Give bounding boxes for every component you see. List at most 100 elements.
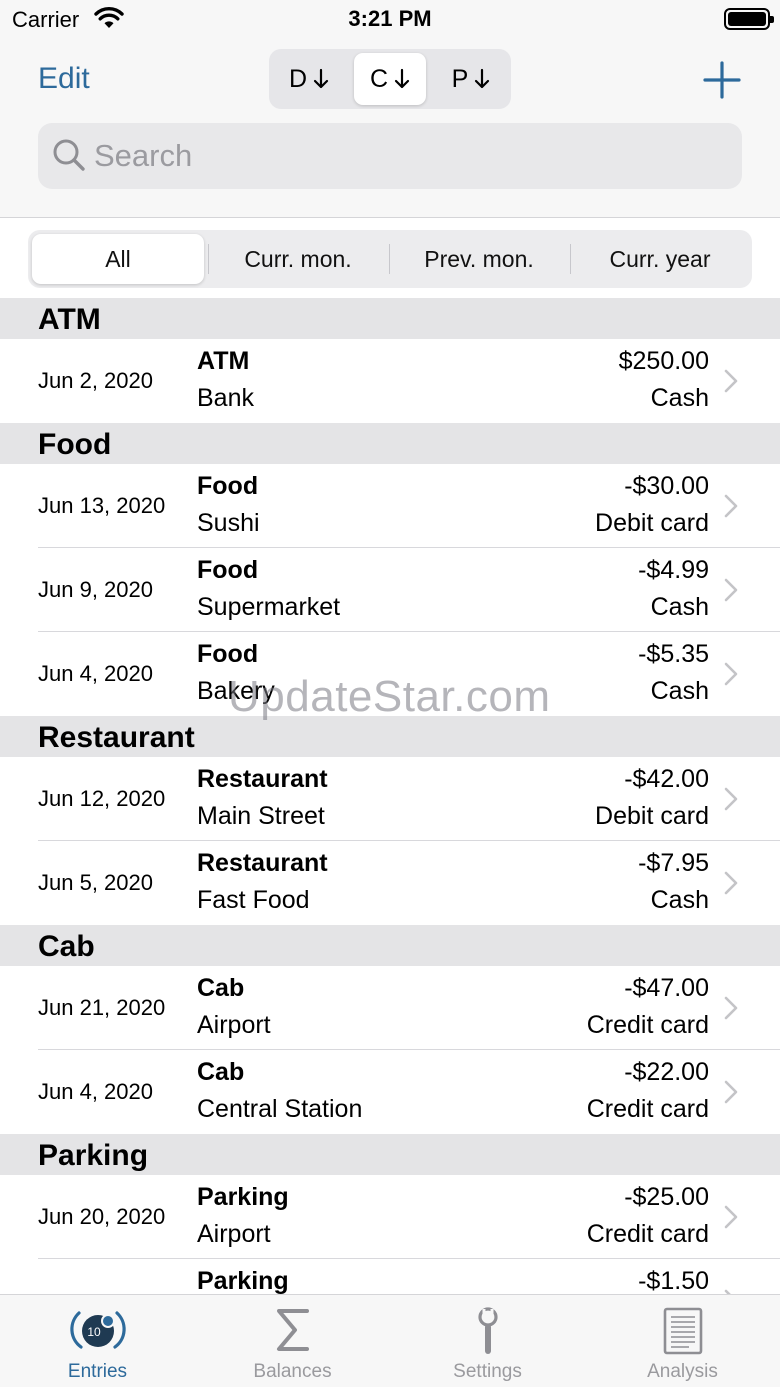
entries-icon: 10 — [69, 1311, 126, 1349]
entry-row[interactable]: Jun 12, 2020 Restaurant Main Street -$42… — [0, 757, 780, 841]
entry-date: Jun 12, 2020 — [38, 786, 166, 811]
entry-row[interactable]: Parking -$1.50 — [0, 1259, 780, 1294]
entry-amount: -$22.00 — [624, 1058, 709, 1086]
entry-amount: -$42.00 — [624, 765, 709, 793]
add-entry-button[interactable] — [702, 60, 742, 100]
tab-entries[interactable]: 10 Entries — [0, 1295, 195, 1387]
edit-button[interactable]: Edit — [38, 62, 90, 96]
entries-badge: 10 — [87, 1325, 101, 1339]
entry-row[interactable]: Jun 20, 2020 Parking Airport -$25.00 Cre… — [0, 1175, 780, 1259]
segment-divider — [389, 244, 390, 274]
entry-row[interactable]: Jun 4, 2020 Cab Central Station -$22.00 … — [0, 1050, 780, 1134]
filter-current-year[interactable]: Curr. year — [574, 234, 746, 284]
chevron-right-icon — [724, 871, 738, 895]
entry-row[interactable]: Jun 5, 2020 Restaurant Fast Food -$7.95 … — [0, 841, 780, 925]
entry-date: Jun 2, 2020 — [38, 368, 153, 393]
entry-amount: -$4.99 — [638, 556, 709, 584]
filter-all[interactable]: All — [32, 234, 204, 284]
entry-row[interactable]: Jun 21, 2020 Cab Airport -$47.00 Credit … — [0, 966, 780, 1050]
entry-description: Fast Food — [197, 886, 310, 914]
chevron-right-icon — [724, 1080, 738, 1104]
section-header: Parking — [0, 1134, 780, 1175]
entry-amount: -$25.00 — [624, 1183, 709, 1211]
entry-amount: -$7.95 — [638, 849, 709, 877]
entry-amount: -$5.35 — [638, 640, 709, 668]
entry-category: Food — [197, 640, 259, 668]
entry-category: ATM — [197, 347, 250, 375]
tab-label: Balances — [253, 1361, 332, 1382]
entry-description: Airport — [197, 1011, 271, 1039]
entry-date: Jun 20, 2020 — [38, 1204, 166, 1229]
entry-category: Cab — [197, 1058, 245, 1086]
sort-by-payment[interactable]: P — [435, 53, 507, 105]
entry-date: Jun 13, 2020 — [38, 493, 166, 518]
entries-list[interactable]: ATM Jun 2, 2020 ATM Bank $250.00 Cash Fo… — [0, 298, 780, 1294]
segment-divider — [570, 244, 571, 274]
entry-description: Bank — [197, 384, 254, 412]
entry-description: Supermarket — [197, 593, 341, 621]
sort-option-label: P — [451, 64, 469, 93]
search-bar — [38, 123, 742, 189]
entry-category: Food — [197, 472, 259, 500]
tab-bar: 10 Entries Balances Settings Analysis — [0, 1294, 780, 1387]
entry-row[interactable]: Jun 9, 2020 Food Supermarket -$4.99 Cash — [0, 548, 780, 632]
entry-description: Main Street — [197, 802, 325, 830]
entry-account: Cash — [650, 886, 709, 914]
entry-description: Bakery — [197, 677, 275, 705]
entry-row[interactable]: Jun 13, 2020 Food Sushi -$30.00 Debit ca… — [0, 464, 780, 548]
filter-previous-month[interactable]: Prev. mon. — [393, 234, 565, 284]
chevron-right-icon — [724, 578, 738, 602]
entry-category: Parking — [197, 1183, 289, 1211]
sort-by-category[interactable]: C — [354, 53, 426, 105]
entry-account: Debit card — [595, 509, 709, 537]
chevron-right-icon — [724, 369, 738, 393]
entry-date: Jun 9, 2020 — [38, 577, 153, 602]
entry-amount: $250.00 — [618, 347, 709, 375]
tab-label: Analysis — [647, 1361, 718, 1382]
entry-account: Cash — [650, 593, 709, 621]
entry-date: Jun 4, 2020 — [38, 661, 153, 686]
arrow-down-icon — [394, 68, 410, 89]
chevron-right-icon — [724, 494, 738, 518]
section-header: ATM — [0, 298, 780, 339]
chevron-right-icon — [724, 996, 738, 1020]
entry-description: Central Station — [197, 1095, 363, 1123]
sort-option-label: D — [288, 64, 308, 93]
entry-category: Restaurant — [197, 765, 328, 793]
entry-date: Jun 4, 2020 — [38, 1079, 153, 1104]
entry-account: Debit card — [595, 802, 709, 830]
entry-row[interactable]: Jun 4, 2020 Food Bakery -$5.35 Cash — [0, 632, 780, 716]
chevron-right-icon — [724, 662, 738, 686]
navigation-bar: Edit D C P — [0, 40, 780, 218]
arrow-down-icon — [475, 68, 490, 89]
entry-description: Airport — [197, 1220, 271, 1248]
chevron-right-icon — [724, 787, 738, 811]
entry-date: Jun 5, 2020 — [38, 870, 153, 895]
clock: 3:21 PM — [348, 6, 432, 31]
entry-row[interactable]: Jun 2, 2020 ATM Bank $250.00 Cash — [0, 339, 780, 423]
entry-account: Cash — [650, 384, 709, 412]
tab-balances[interactable]: Balances — [195, 1295, 390, 1387]
tab-label: Settings — [453, 1361, 522, 1382]
search-input[interactable] — [94, 123, 714, 189]
entry-amount: -$47.00 — [624, 974, 709, 1002]
period-filter-segmented-control: All Curr. mon. Prev. mon. Curr. year — [28, 230, 752, 288]
sort-by-date[interactable]: D — [273, 53, 345, 105]
tab-settings[interactable]: Settings — [390, 1295, 585, 1387]
segment-divider — [208, 244, 209, 274]
settings-icon — [477, 1307, 498, 1354]
entry-account: Credit card — [586, 1220, 709, 1248]
chevron-right-icon — [724, 1205, 738, 1229]
status-bar: Carrier 3:21 PM — [0, 0, 780, 40]
section-header: Cab — [0, 925, 780, 966]
entry-category: Food — [197, 556, 259, 584]
arrow-down-icon — [313, 68, 329, 89]
tab-analysis[interactable]: Analysis — [585, 1295, 780, 1387]
entry-account: Credit card — [586, 1011, 709, 1039]
entry-amount: -$30.00 — [624, 472, 709, 500]
entry-account: Credit card — [586, 1095, 709, 1123]
section-header: Restaurant — [0, 716, 780, 757]
filter-current-month[interactable]: Curr. mon. — [212, 234, 384, 284]
sigma-icon — [276, 1309, 309, 1351]
battery-icon — [724, 8, 774, 30]
